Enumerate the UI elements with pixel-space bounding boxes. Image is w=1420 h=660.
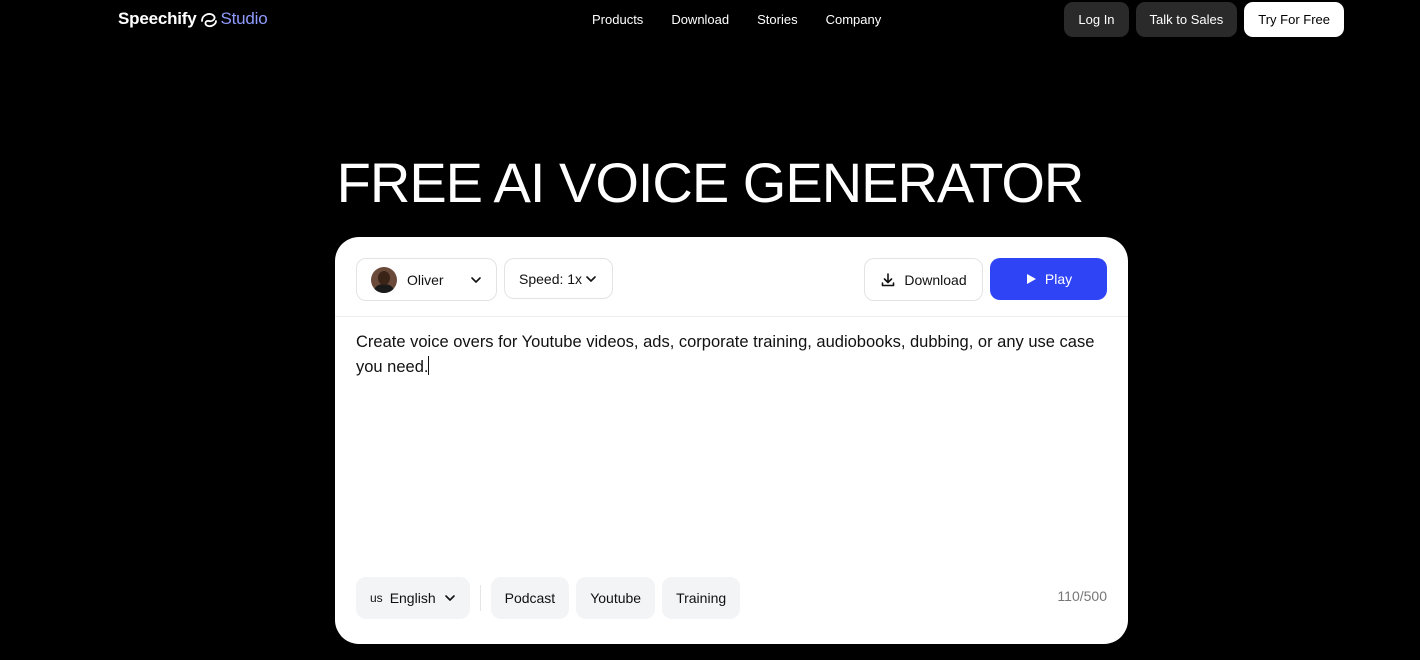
download-icon <box>880 272 896 288</box>
chevron-down-icon <box>444 592 456 604</box>
editor-footer: us English Podcast Youtube Training <box>356 577 747 619</box>
download-label: Download <box>904 271 967 288</box>
nav-company[interactable]: Company <box>826 12 882 27</box>
nav-actions: Log In Talk to Sales Try For Free <box>1064 2 1344 37</box>
voice-name: Oliver <box>407 271 444 288</box>
editor-toolbar: Oliver Speed: 1x Download Play <box>356 258 1107 301</box>
script-text: Create voice overs for Youtube videos, a… <box>356 333 1095 376</box>
character-counter: 110/500 <box>1057 588 1107 604</box>
language-selector[interactable]: us English <box>356 577 470 619</box>
preset-podcast-button[interactable]: Podcast <box>490 577 570 619</box>
voice-avatar <box>371 266 397 293</box>
speed-label: Speed: 1x <box>519 270 583 287</box>
language-flag: us <box>370 591 383 605</box>
speed-selector[interactable]: Speed: 1x <box>504 258 613 299</box>
nav-download[interactable]: Download <box>671 12 729 27</box>
try-for-free-button[interactable]: Try For Free <box>1244 2 1344 37</box>
toolbar-divider <box>335 316 1128 317</box>
nav-stories[interactable]: Stories <box>757 12 797 27</box>
language-label: English <box>389 590 436 606</box>
script-text-input[interactable]: Create voice overs for Youtube videos, a… <box>356 330 1108 380</box>
play-icon <box>1025 273 1037 285</box>
logo-brand: Speechify <box>118 9 197 28</box>
preset-training-button[interactable]: Training <box>662 577 741 619</box>
download-button[interactable]: Download <box>864 258 983 301</box>
logo-mark-icon <box>200 13 217 28</box>
preset-youtube-button[interactable]: Youtube <box>576 577 656 619</box>
hero-title: FREE AI VOICE GENERATOR <box>336 150 1085 214</box>
chevron-down-icon <box>585 273 597 285</box>
main-nav: Products Download Stories Company <box>592 12 909 27</box>
logo[interactable]: Speechify Studio <box>118 9 268 29</box>
voice-editor-card: Oliver Speed: 1x Download Play Create vo… <box>335 237 1128 644</box>
text-caret <box>428 356 430 375</box>
voice-selector[interactable]: Oliver <box>356 258 497 301</box>
logo-studio: Studio <box>220 9 268 28</box>
footer-divider <box>479 585 481 611</box>
login-button[interactable]: Log In <box>1064 2 1129 37</box>
play-label: Play <box>1044 271 1073 287</box>
talk-to-sales-button[interactable]: Talk to Sales <box>1135 2 1238 37</box>
chevron-down-icon <box>470 274 482 286</box>
nav-products[interactable]: Products <box>592 12 643 27</box>
play-button[interactable]: Play <box>990 258 1107 300</box>
